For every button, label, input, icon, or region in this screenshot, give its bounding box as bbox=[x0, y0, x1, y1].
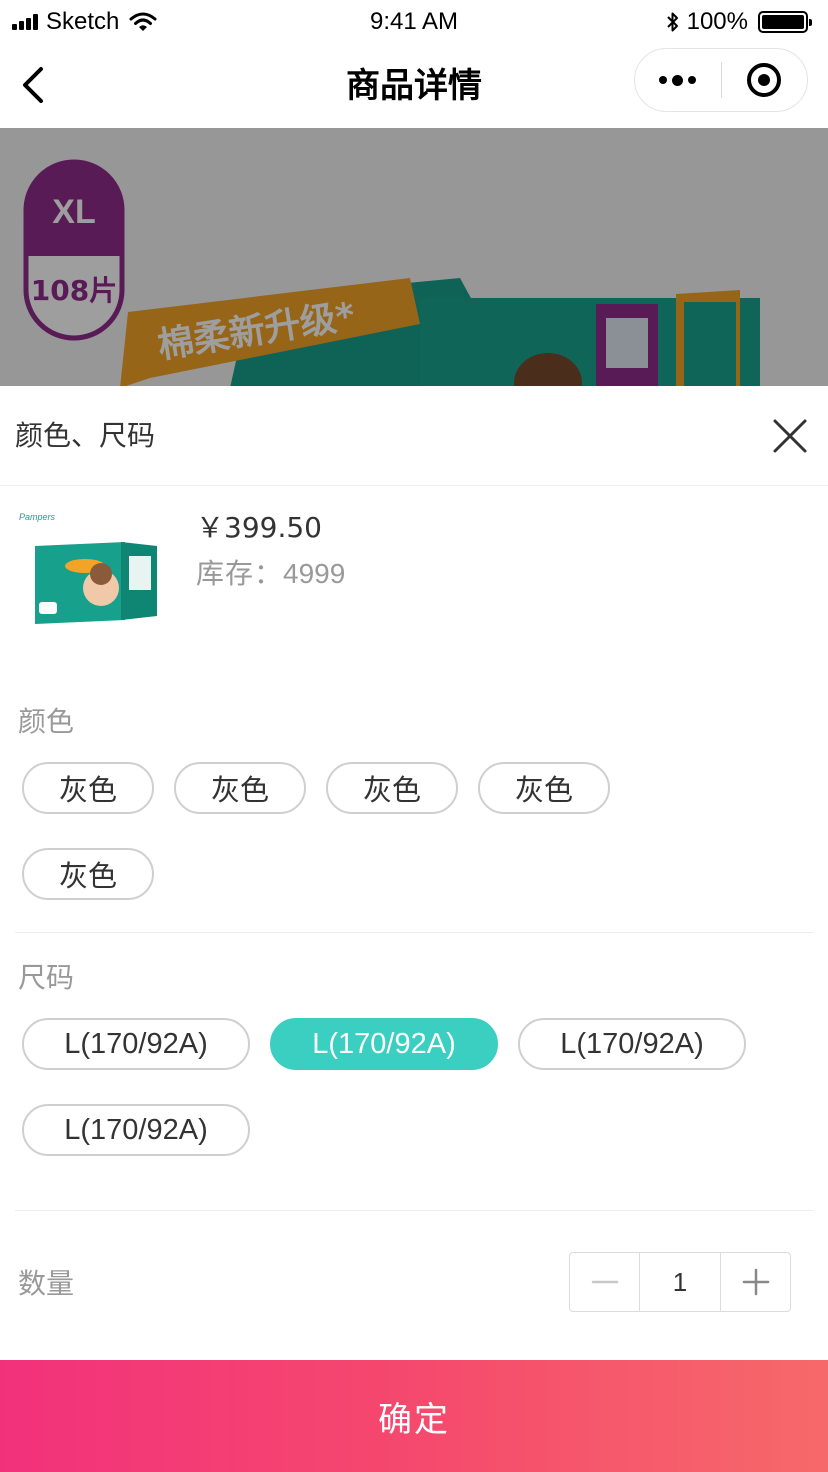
battery-percentage: 100% bbox=[686, 8, 748, 35]
quantity-label: 数量 bbox=[18, 1267, 75, 1300]
color-option[interactable]: 灰色 bbox=[478, 762, 610, 814]
size-option[interactable]: L(170/92A) bbox=[22, 1018, 250, 1070]
product-thumbnail: Pampers bbox=[15, 502, 165, 632]
size-option[interactable]: L(170/92A) bbox=[518, 1018, 746, 1070]
sheet-header: 颜色、尺码 bbox=[0, 386, 828, 486]
stock-value: 4999 bbox=[283, 558, 346, 589]
bluetooth-icon bbox=[666, 12, 678, 32]
section-divider bbox=[15, 1210, 813, 1211]
status-bar: Sketch 9:41 AM 100% bbox=[0, 0, 828, 44]
increase-button[interactable] bbox=[721, 1253, 790, 1311]
stock-label: 库存： bbox=[196, 557, 284, 590]
battery-icon bbox=[758, 11, 812, 33]
more-dots-icon bbox=[659, 76, 668, 84]
stock-info: 库存：4999 bbox=[196, 552, 345, 592]
color-option[interactable]: 灰色 bbox=[22, 848, 154, 900]
minus-icon bbox=[591, 1280, 618, 1284]
more-button[interactable] bbox=[635, 49, 721, 111]
size-section-label: 尺码 bbox=[18, 961, 75, 994]
confirm-button[interactable]: 确定 bbox=[0, 1360, 828, 1472]
close-icon bbox=[773, 419, 807, 453]
color-section-label: 颜色 bbox=[18, 705, 75, 738]
thumbnail-brand-text: Pampers bbox=[19, 512, 56, 522]
decrease-button[interactable] bbox=[570, 1253, 639, 1311]
battery-fill bbox=[762, 15, 804, 29]
color-option[interactable]: 灰色 bbox=[22, 762, 154, 814]
size-option[interactable]: L(170/92A) bbox=[22, 1104, 250, 1156]
quantity-stepper: 1 bbox=[569, 1252, 791, 1312]
status-right: 100% bbox=[665, 8, 812, 36]
size-option[interactable]: L(170/92A) bbox=[270, 1018, 498, 1070]
color-option[interactable]: 灰色 bbox=[326, 762, 458, 814]
mini-program-capsule bbox=[634, 48, 808, 112]
overlay-mask[interactable] bbox=[0, 128, 828, 388]
close-mini-program-button[interactable] bbox=[722, 49, 808, 111]
plus-icon bbox=[742, 1268, 769, 1296]
sku-selector-sheet: 颜色、尺码 Pampers ￥399.50 库存：4999 颜色 灰色 灰色 灰… bbox=[0, 386, 828, 1472]
color-option[interactable]: 灰色 bbox=[174, 762, 306, 814]
product-price: ￥399.50 bbox=[196, 511, 322, 544]
quantity-value[interactable]: 1 bbox=[639, 1253, 721, 1311]
sheet-title: 颜色、尺码 bbox=[15, 419, 156, 452]
nav-bar: 商品详情 bbox=[0, 44, 828, 128]
section-divider bbox=[15, 932, 813, 933]
target-circle-icon bbox=[747, 63, 782, 97]
close-button[interactable] bbox=[766, 412, 814, 460]
